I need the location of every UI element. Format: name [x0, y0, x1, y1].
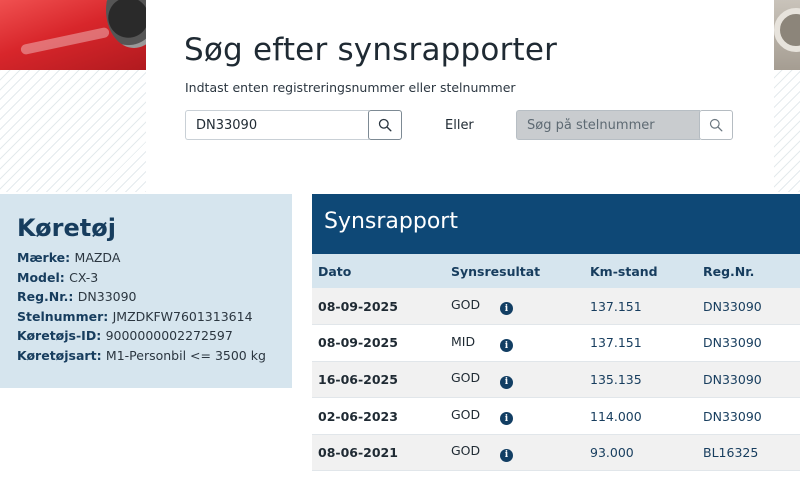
row-result: GOD	[451, 370, 481, 386]
vehicle-field-make: Mærke: MAZDA	[17, 250, 121, 265]
info-icon[interactable]: i	[500, 375, 513, 389]
info-icon[interactable]: i	[500, 412, 513, 426]
row-km: 93.000	[590, 445, 634, 461]
table-row[interactable]: 08-06-2021 GOD i 93.000 BL16325	[312, 434, 800, 471]
row-result: MID	[451, 333, 476, 349]
vehicle-field-reg: Reg.Nr.: DN33090	[17, 289, 137, 304]
column-header-date: Dato	[318, 263, 352, 279]
vehicle-field-type: Køretøjsart: M1-Personbil <= 3500 kg	[17, 347, 266, 363]
row-date: 02-06-2023	[318, 408, 398, 424]
column-header-result: Synsresultat	[451, 263, 541, 279]
row-result: GOD	[451, 406, 481, 422]
row-reg: BL16325	[703, 445, 759, 461]
field-value: JMZDKFW7601313614	[112, 308, 253, 324]
search-icon	[378, 118, 392, 132]
field-label: Køretøjsart	[17, 347, 97, 363]
vehicle-field-model: Model: CX-3	[17, 269, 99, 285]
table-row[interactable]: 16-06-2025 GOD i 135.135 DN33090	[312, 361, 800, 398]
field-label: Mærke	[17, 250, 66, 265]
registration-search-button[interactable]	[368, 110, 402, 140]
search-icon	[709, 118, 723, 132]
row-date: 08-09-2025	[318, 335, 398, 351]
row-reg: DN33090	[703, 371, 762, 387]
column-header-reg: Reg.Nr.	[703, 263, 755, 279]
car-photo-right	[772, 0, 800, 70]
row-result: GOD	[451, 296, 481, 312]
inspection-report: Synsrapport Dato Synsresultat Km-stand R…	[312, 194, 800, 471]
row-date: 08-06-2021	[318, 445, 398, 461]
field-label: Køretøjs-ID	[17, 328, 97, 343]
car-photo-left	[0, 0, 146, 70]
vin-search-button[interactable]	[699, 110, 733, 140]
row-date: 16-06-2025	[318, 371, 398, 387]
row-reg: DN33090	[703, 408, 762, 424]
column-header-km: Km-stand	[590, 263, 658, 279]
registration-number-input[interactable]	[185, 110, 369, 140]
or-label: Eller	[445, 118, 474, 133]
field-label: Stelnummer	[17, 308, 104, 324]
vehicle-field-id: Køretøjs-ID: 9000000002272597	[17, 328, 233, 343]
vehicle-title: Køretøj	[17, 214, 116, 242]
report-title: Synsrapport	[312, 194, 800, 254]
vin-search-input[interactable]	[516, 110, 700, 140]
info-icon[interactable]: i	[500, 339, 513, 353]
field-value: CX-3	[69, 269, 99, 285]
vehicle-info-panel: Køretøj Mærke: MAZDA Model: CX-3 Reg.Nr.…	[0, 194, 292, 388]
field-value: 9000000002272597	[105, 328, 233, 343]
row-km: 137.151	[590, 298, 642, 314]
field-label: Reg.Nr.	[17, 289, 69, 304]
search-instructions: Indtast enten registreringsnummer eller …	[185, 80, 516, 95]
info-icon[interactable]: i	[500, 448, 513, 462]
row-reg: DN33090	[703, 298, 762, 314]
field-label: Model	[17, 269, 60, 285]
row-km: 137.151	[590, 335, 642, 351]
row-reg: DN33090	[703, 335, 762, 351]
table-header-row: Dato Synsresultat Km-stand Reg.Nr.	[312, 254, 800, 288]
page-title: Søg efter synsrapporter	[184, 32, 558, 68]
field-value: M1-Personbil <= 3500 kg	[105, 347, 266, 363]
field-value: DN33090	[77, 289, 137, 304]
row-km: 135.135	[590, 371, 642, 387]
row-date: 08-09-2025	[318, 298, 398, 314]
row-km: 114.000	[590, 408, 642, 424]
table-row[interactable]: 08-09-2025 MID i 137.151 DN33090	[312, 324, 800, 362]
info-icon[interactable]: i	[500, 302, 513, 316]
report-table: Dato Synsresultat Km-stand Reg.Nr. 08-09…	[312, 254, 800, 471]
row-result: GOD	[451, 443, 481, 459]
field-value: MAZDA	[74, 250, 121, 265]
vehicle-field-vin: Stelnummer: JMZDKFW7601313614	[17, 308, 253, 324]
table-row[interactable]: 02-06-2023 GOD i 114.000 DN33090	[312, 397, 800, 435]
search-card: Søg efter synsrapporter Indtast enten re…	[146, 0, 774, 192]
table-row[interactable]: 08-09-2025 GOD i 137.151 DN33090	[312, 288, 800, 325]
